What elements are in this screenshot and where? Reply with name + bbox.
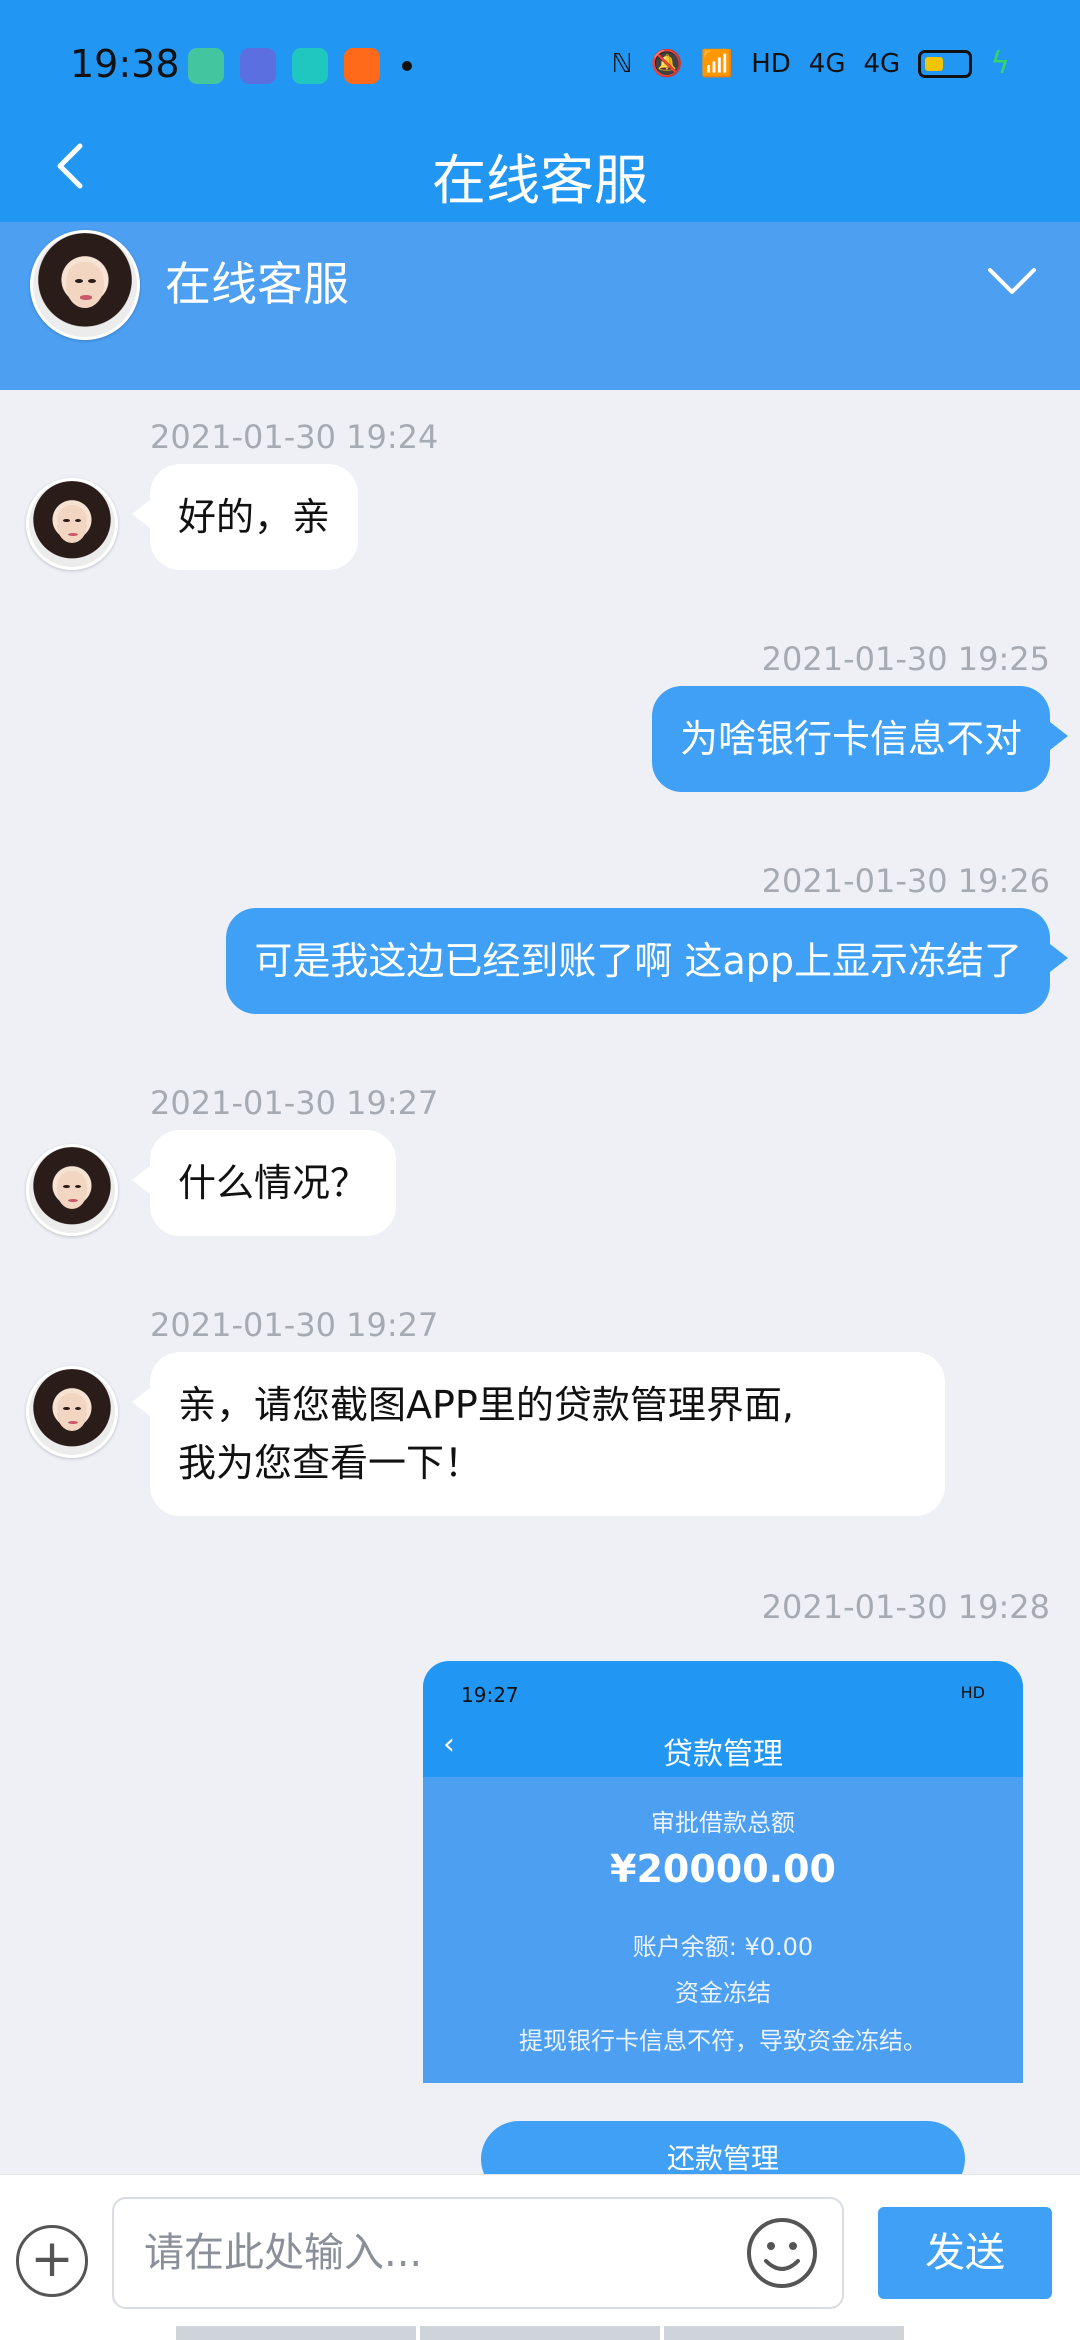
- screenshot-panel: 审批借款总额 ¥20000.00 账户余额: ¥0.00 资金冻结 提现银行卡信…: [423, 1777, 1023, 2083]
- message-timestamp: 2021-01-30 19:24: [150, 418, 439, 456]
- app-notification-icon: [188, 48, 224, 84]
- screenshot-amount: ¥20000.00: [610, 1847, 836, 1891]
- agent-avatar: [26, 1144, 118, 1236]
- title-bar: 在线客服: [0, 130, 1080, 220]
- plus-icon[interactable]: +: [16, 2225, 88, 2297]
- signal-2-label: 4G: [863, 48, 901, 79]
- screenshot-balance: 账户余额: ¥0.00: [632, 1933, 814, 1961]
- status-time: 19:38: [70, 42, 180, 86]
- message-input[interactable]: [144, 2199, 724, 2307]
- agent-avatar: [26, 1366, 118, 1458]
- emoji-icon[interactable]: [744, 2215, 820, 2291]
- top-bar: 19:38 ℕ 🔕 📶 HD 4G 4G ϟ 在线客服: [0, 0, 1080, 222]
- home-indicator: [176, 2326, 904, 2340]
- more-notifications-dot: [402, 61, 412, 71]
- app-notification-icon: [240, 48, 276, 84]
- agent-name: 在线客服: [165, 257, 349, 311]
- charging-icon: ϟ: [990, 46, 1010, 81]
- message-line: 亲，请您截图APP里的贷款管理界面,: [178, 1383, 794, 1427]
- mute-icon: 🔕: [650, 48, 683, 79]
- incoming-message-bubble[interactable]: 好的，亲: [131, 464, 359, 570]
- page-title: 在线客服: [432, 149, 648, 212]
- screenshot-status: 资金冻结: [675, 1979, 771, 2007]
- image-message[interactable]: 19:27 HD ‹ 贷款管理 审批借款总额 ¥20000.00 账户余额: ¥…: [423, 1661, 1023, 2181]
- message-timestamp: 2021-01-30 19:27: [150, 1084, 439, 1122]
- hd-label: HD: [751, 48, 791, 79]
- message-timestamp: 2021-01-30 19:25: [761, 640, 1050, 678]
- wifi-icon: 📶: [700, 48, 734, 79]
- screenshot-status-bar: 19:27 HD: [423, 1661, 1023, 1711]
- screenshot-total-label: 审批借款总额: [651, 1809, 795, 1837]
- app-notification-icon: [292, 48, 328, 84]
- message-input-container[interactable]: [112, 2197, 844, 2309]
- signal-1-label: 4G: [808, 48, 846, 79]
- message-timestamp: 2021-01-30 19:27: [150, 1306, 439, 1344]
- send-button[interactable]: 发送: [878, 2207, 1052, 2299]
- screenshot-nav: ‹ 贷款管理: [423, 1711, 1023, 1777]
- incoming-message-bubble[interactable]: 亲，请您截图APP里的贷款管理界面, 我为您查看一下！: [132, 1352, 945, 1516]
- screenshot-title: 贷款管理: [663, 1737, 783, 1772]
- message-timestamp: 2021-01-30 19:26: [761, 862, 1050, 900]
- screenshot-reason: 提现银行卡信息不符，导致资金冻结。: [519, 2027, 927, 2055]
- chevron-down-icon[interactable]: [984, 262, 1040, 302]
- screenshot-repay-button: 还款管理: [481, 2121, 965, 2181]
- agent-avatar: [30, 230, 140, 340]
- agent-avatar: [26, 478, 118, 570]
- battery-icon: [918, 49, 973, 78]
- notification-icons: [188, 48, 412, 84]
- incoming-message-bubble[interactable]: 什么情况？: [131, 1130, 397, 1236]
- nfc-icon: ℕ: [611, 48, 633, 79]
- agent-header[interactable]: 在线客服: [0, 222, 1080, 390]
- message-line: 我为您查看一下！: [178, 1441, 483, 1485]
- message-timestamp: 2021-01-30 19:28: [761, 1588, 1050, 1626]
- outgoing-message-bubble[interactable]: 为啥银行卡信息不对: [651, 686, 1069, 792]
- status-bar: 19:38 ℕ 🔕 📶 HD 4G 4G ϟ: [0, 0, 1080, 130]
- screenshot-time: 19:27: [461, 1683, 519, 1707]
- input-bar: + 发送: [0, 2174, 1080, 2340]
- app-notification-icon: [344, 48, 380, 84]
- screenshot-hd-label: HD: [960, 1683, 985, 1702]
- outgoing-message-bubble[interactable]: 可是我这边已经到账了啊 这app上显示冻结了: [226, 908, 1068, 1014]
- status-indicators: ℕ 🔕 📶 HD 4G 4G ϟ: [612, 46, 1010, 81]
